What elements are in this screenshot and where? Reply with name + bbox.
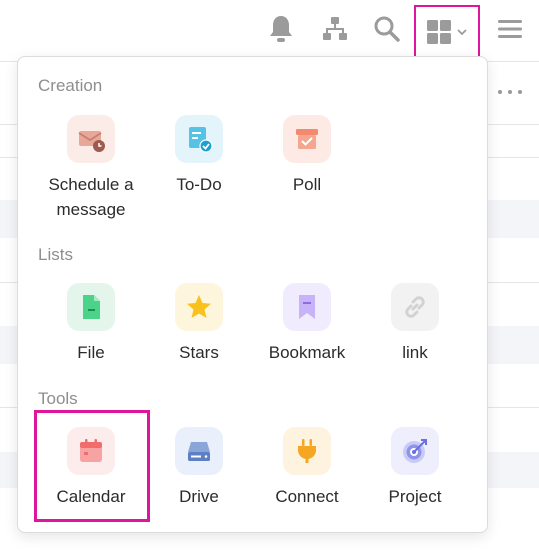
menu-item-todo[interactable]: To-Do [145,115,253,197]
search-icon[interactable] [372,12,402,46]
menu-item-schedule-message[interactable]: Schedule a message [37,115,145,222]
org-chart-icon[interactable] [320,12,350,46]
section-title-tools: Tools [38,389,78,408]
apps-grid-icon [427,19,451,44]
calendar-highlight-box [34,410,150,522]
menu-item-label: Connect [275,487,339,506]
bookmark-icon [283,283,331,331]
menu-item-stars[interactable]: Stars [145,283,253,365]
file-icon [67,283,115,331]
chevron-down-icon [457,28,467,35]
menu-item-label: Project [388,487,442,506]
bell-icon[interactable] [266,12,296,46]
menu-item-label: Schedule a message [48,175,134,219]
menu-item-project[interactable]: Project [361,427,469,509]
link-icon [391,283,439,331]
menu-item-drive[interactable]: Drive [145,427,253,509]
menu-item-label: Stars [179,343,219,362]
menu-item-label: link [402,343,428,362]
menu-item-link[interactable]: link [361,283,469,365]
target-icon [391,427,439,475]
scheduled-mail-icon [67,115,115,163]
top-header [0,0,539,62]
menu-item-file[interactable]: File [37,283,145,365]
menu-item-poll[interactable]: Poll [253,115,361,197]
menu-item-connect[interactable]: Connect [253,427,361,509]
todo-icon [175,115,223,163]
menu-item-label: Bookmark [268,343,346,362]
section-title-lists: Lists [38,245,73,264]
hamburger-menu-icon[interactable] [495,12,525,46]
section-title-creation: Creation [38,76,103,95]
menu-item-bookmark[interactable]: Bookmark [253,283,361,365]
plug-icon [283,427,331,475]
drive-icon [175,427,223,475]
poll-box-icon [283,115,331,163]
apps-menu-button[interactable] [414,5,480,58]
menu-item-label: To-Do [176,175,222,194]
menu-item-label: File [77,343,105,362]
more-options-icon[interactable] [498,84,522,100]
menu-item-label: Drive [179,487,219,506]
menu-item-label: Poll [292,175,322,194]
star-icon [175,283,223,331]
